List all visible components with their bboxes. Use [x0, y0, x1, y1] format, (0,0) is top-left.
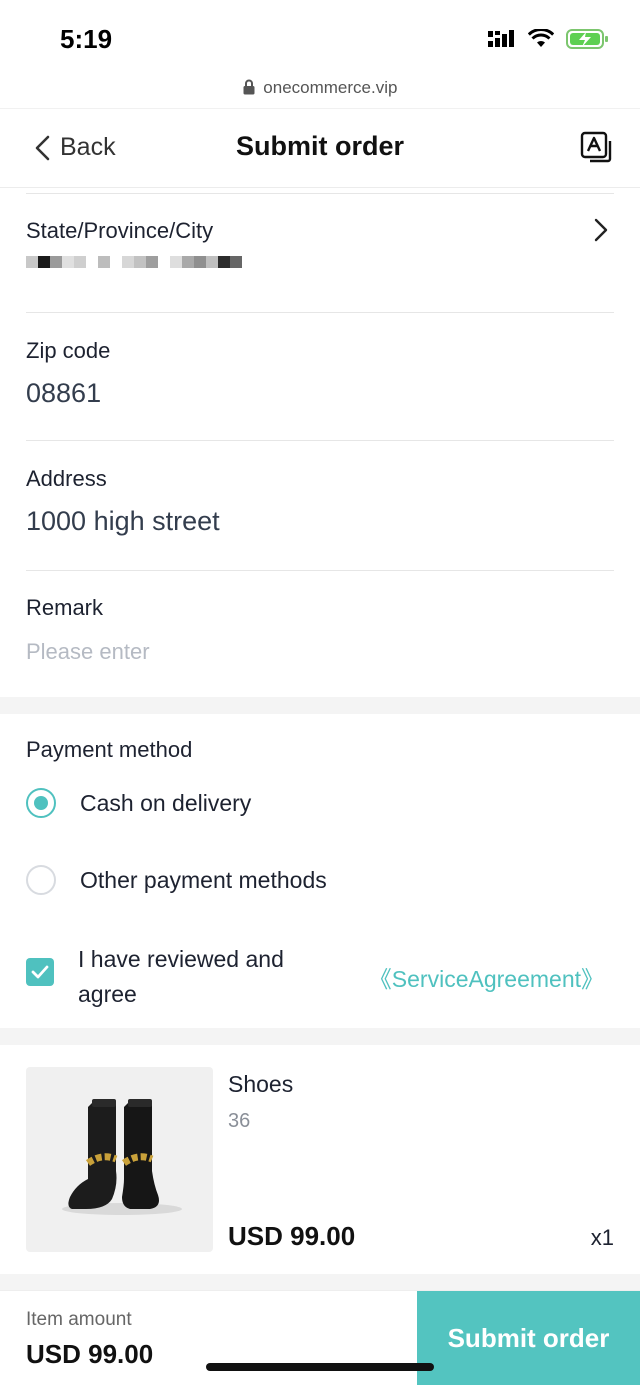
divider [26, 440, 614, 441]
zip-label: Zip code [26, 338, 111, 363]
agree-checkbox[interactable] [26, 958, 54, 986]
lock-icon [243, 79, 255, 95]
divider [26, 312, 614, 313]
item-amount-label: Item amount [26, 1309, 132, 1330]
region-field[interactable]: State/Province/City [26, 218, 614, 280]
wifi-icon [528, 29, 554, 47]
chevron-right-icon[interactable] [594, 218, 608, 242]
agreement-row: I have reviewed and agree 《ServiceAgreem… [26, 942, 614, 1012]
address-value[interactable]: 1000 high street [26, 506, 614, 537]
address-field[interactable]: Address 1000 high street [26, 466, 614, 537]
payment-title: Payment method [26, 737, 193, 762]
item-amount-value: USD 99.00 [26, 1339, 154, 1369]
signal-icon [488, 30, 514, 47]
product-quantity: x1 [590, 1225, 614, 1250]
radio-unselected-icon[interactable] [26, 865, 56, 895]
agree-text: I have reviewed and agree [78, 946, 284, 1007]
payment-option-label: Other payment methods [80, 866, 327, 893]
remark-input[interactable]: Please enter [26, 639, 614, 665]
status-time: 5:19 [60, 24, 113, 54]
product-name: Shoes [228, 1071, 294, 1097]
submit-order-button[interactable]: Submit order [417, 1291, 640, 1385]
payment-option-other[interactable]: Other payment methods [26, 865, 327, 895]
status-icons [488, 28, 610, 50]
url-text: onecommerce.vip [263, 78, 398, 97]
translate-icon [580, 131, 612, 163]
service-agreement-link[interactable]: 《ServiceAgreement》 [369, 960, 604, 994]
remark-label: Remark [26, 595, 104, 620]
address-label: Address [26, 466, 107, 491]
zip-field[interactable]: Zip code 08861 [26, 338, 614, 409]
section-separator [0, 697, 640, 714]
battery-charging-icon [566, 29, 608, 49]
boots-image [62, 1099, 182, 1215]
payment-option-label: Cash on delivery [80, 789, 252, 816]
redacted-region-value [26, 256, 614, 280]
zip-value[interactable]: 08861 [26, 378, 614, 409]
product-image[interactable] [26, 1067, 213, 1252]
region-label: State/Province/City [26, 218, 214, 243]
page-title: Submit order [235, 131, 404, 161]
translate-button[interactable] [580, 131, 612, 168]
product-size: 36 [228, 1110, 251, 1132]
section-separator [0, 1028, 640, 1045]
divider [26, 193, 614, 194]
check-icon [31, 965, 49, 979]
home-indicator[interactable] [206, 1363, 434, 1371]
section-separator [0, 1274, 640, 1290]
divider [26, 570, 614, 571]
product-price: USD 99.00 [228, 1221, 356, 1251]
nav-bar: Back Submit order [0, 108, 640, 188]
url-bar[interactable]: onecommerce.vip [0, 78, 640, 108]
radio-selected-icon[interactable] [26, 788, 56, 818]
remark-field[interactable]: Remark Please enter [26, 595, 614, 665]
payment-option-cod[interactable]: Cash on delivery [26, 788, 251, 818]
status-bar: 5:19 [0, 0, 640, 78]
